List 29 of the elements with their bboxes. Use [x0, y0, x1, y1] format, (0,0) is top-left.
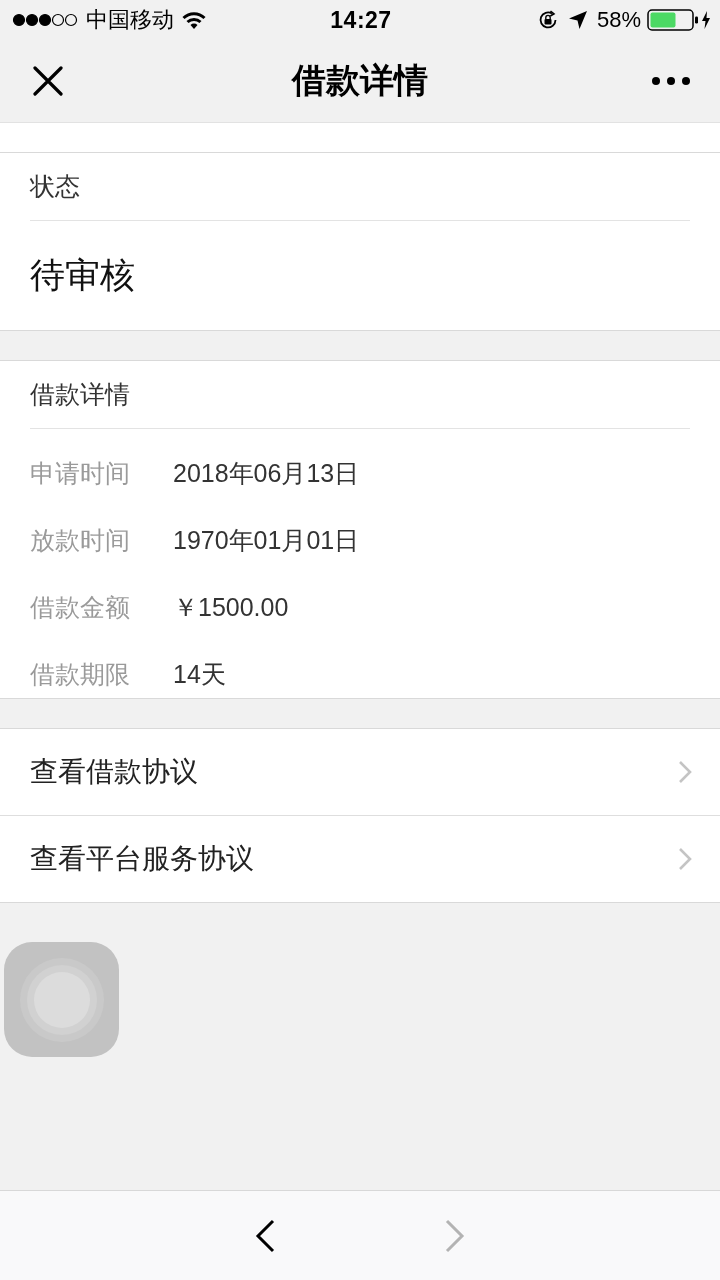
detail-label: 放款时间	[30, 524, 131, 556]
battery-percentage: 58%	[596, 7, 641, 33]
section-title: 借款详情	[30, 379, 130, 410]
detail-value: 2018年06月13日	[173, 457, 360, 489]
detail-label: 借款期限	[30, 658, 131, 690]
detail-label: 借款金额	[30, 591, 131, 623]
chevron-right-icon	[445, 1218, 465, 1253]
chevron-left-icon	[255, 1218, 275, 1253]
close-icon	[33, 66, 63, 96]
status-value: 待审核	[30, 254, 135, 296]
signal-icon	[12, 13, 78, 27]
detail-value: ￥1500.00	[173, 591, 289, 623]
wifi-icon	[182, 11, 206, 29]
location-arrow-icon	[568, 11, 587, 29]
more-button[interactable]	[652, 77, 690, 85]
carrier-name: 中国移动	[86, 9, 174, 31]
detail-label: 申请时间	[30, 457, 131, 489]
battery-icon	[647, 9, 699, 31]
status-label: 状态	[30, 171, 80, 202]
chevron-right-icon	[678, 760, 692, 784]
more-icon	[652, 77, 690, 85]
page-title: 借款详情	[290, 60, 429, 101]
detail-value: 1970年01月01日	[173, 524, 360, 556]
ring-icon	[19, 957, 104, 1042]
clock-time: 14:27	[330, 6, 392, 34]
detail-value: 14天	[173, 658, 226, 690]
chevron-right-icon	[678, 847, 692, 871]
close-button[interactable]	[33, 66, 63, 96]
charging-bolt-icon	[702, 11, 710, 29]
